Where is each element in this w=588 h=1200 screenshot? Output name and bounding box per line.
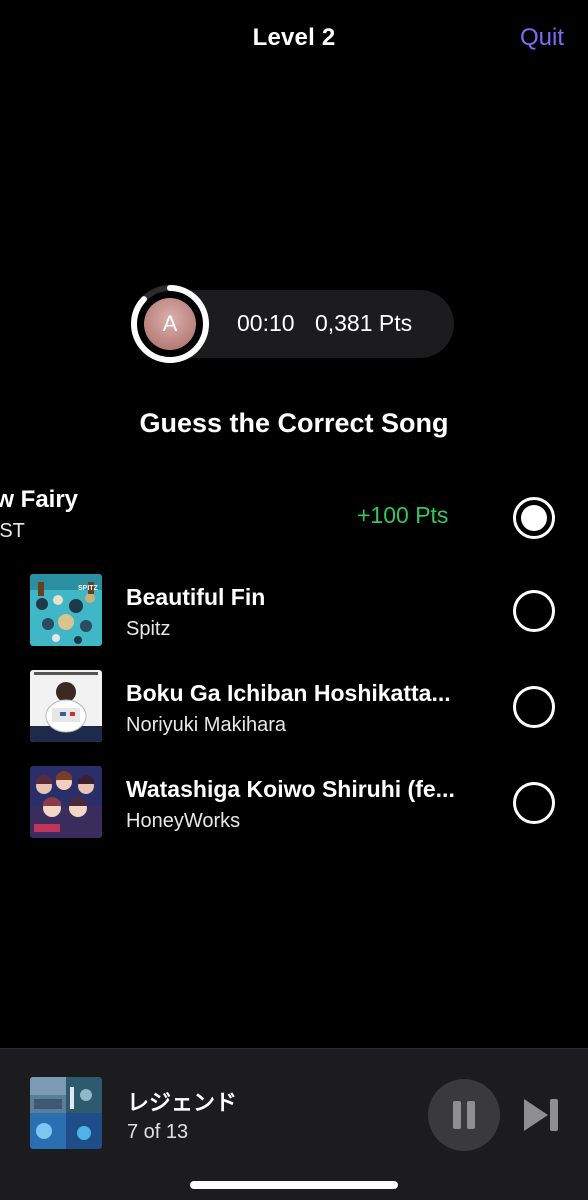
radio-button-selected[interactable] xyxy=(513,497,555,539)
song-artist: HoneyWorks xyxy=(126,810,241,832)
avatar: A xyxy=(144,298,196,350)
game-screen: Level 2 Quit A 00:10 0,381 Pts Guess the… xyxy=(0,0,588,1200)
song-title: Watashiga Koiwo Shiruhi (fe... xyxy=(126,776,455,802)
radio-button[interactable] xyxy=(513,686,555,728)
points-value: 0,381 Pts xyxy=(314,310,413,336)
radio-button[interactable] xyxy=(513,782,555,824)
answer-option[interactable]: Watashiga Koiwo Shiruhi (fe... HoneyWork… xyxy=(0,766,588,846)
level-title: Level 2 xyxy=(252,24,336,51)
cover-text: SPITZ xyxy=(78,585,99,592)
pause-button[interactable] xyxy=(428,1079,500,1151)
question-heading: Guess the Correct Song xyxy=(139,408,449,438)
song-title: Boku Ga Ichiban Hoshikatta... xyxy=(126,680,451,706)
song-artist: Spitz xyxy=(126,618,171,640)
album-cover-watashiga xyxy=(30,766,102,838)
timer-value: 00:10 xyxy=(237,310,295,336)
answer-option[interactable]: SPITZ Beautiful Fin Spitz xyxy=(0,574,588,654)
radio-button[interactable] xyxy=(513,590,555,632)
now-playing-cover xyxy=(30,1077,102,1149)
song-title: now Fairy xyxy=(0,486,79,513)
album-cover-beautiful-fin: SPITZ xyxy=(30,574,102,646)
song-title: Beautiful Fin xyxy=(126,584,266,610)
song-artist: Noriyuki Makihara xyxy=(126,714,287,736)
quit-button[interactable]: Quit xyxy=(520,24,564,52)
album-cover-boku-ga xyxy=(30,670,102,742)
points-earned-label: +100 Pts xyxy=(357,502,449,528)
home-indicator xyxy=(190,1181,398,1189)
score-readout: 00:10 0,381 Pts xyxy=(237,310,412,337)
skip-forward-icon[interactable] xyxy=(522,1097,562,1133)
now-playing-track-position: 7 of 13 xyxy=(127,1121,189,1143)
now-playing-title: レジェンド xyxy=(127,1090,238,1115)
answer-option-selected[interactable]: now Fairy NKIST xyxy=(0,484,588,556)
now-playing-bar[interactable]: レジェンド 7 of 13 xyxy=(0,1048,588,1200)
answer-option[interactable]: Boku Ga Ichiban Hoshikatta... Noriyuki M… xyxy=(0,670,588,750)
song-artist: NKIST xyxy=(0,520,25,542)
